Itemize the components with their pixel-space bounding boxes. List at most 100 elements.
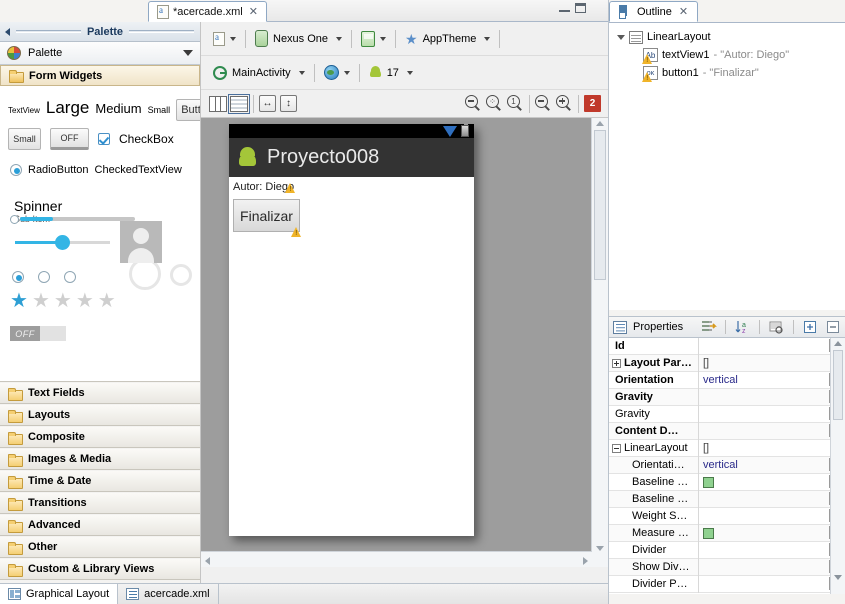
property-row[interactable]: Content D… ••• — [609, 422, 845, 440]
scroll-up-arrow-icon[interactable] — [596, 121, 604, 126]
collapse-icon[interactable] — [612, 443, 621, 453]
property-value[interactable]: [] — [699, 440, 845, 457]
collapse-all-icon[interactable] — [825, 319, 842, 335]
palette-item-radiobutton[interactable]: RadioButton — [28, 164, 89, 176]
chevron-down-icon[interactable] — [380, 36, 387, 41]
property-row[interactable]: Baseline … ••• — [609, 473, 845, 491]
property-value[interactable]: [] — [699, 355, 845, 372]
sort-alphabetically-icon[interactable]: a z — [734, 319, 751, 335]
property-row[interactable]: Layout Par… [] — [609, 354, 845, 372]
properties-table[interactable]: Id•••Layout Par…[]Orientationvertical•••… — [609, 338, 845, 594]
progressbar-small-icon[interactable] — [170, 264, 192, 286]
palette-item-progressbar[interactable] — [20, 217, 135, 221]
property-row[interactable]: Orientati… vertical••• — [609, 456, 845, 474]
property-row[interactable]: Measure … ••• — [609, 524, 845, 542]
property-value[interactable]: ••• — [699, 559, 845, 576]
property-row[interactable]: Id ••• — [609, 338, 845, 355]
property-row[interactable]: Gravity ••• — [609, 388, 845, 406]
property-value[interactable]: ••• — [699, 508, 845, 525]
property-value[interactable]: ••• — [699, 406, 845, 423]
vertical-scroll-thumb[interactable] — [594, 130, 606, 280]
property-value[interactable]: ••• — [699, 423, 845, 440]
scroll-right-arrow-icon[interactable] — [583, 557, 588, 565]
device-chooser[interactable]: Nexus One — [251, 28, 346, 49]
tab-xml-source[interactable]: acercade.xml — [118, 584, 219, 604]
canvas-vertical-scrollbar[interactable] — [591, 118, 608, 567]
tab-graphical-layout[interactable]: Graphical Layout — [0, 584, 119, 604]
preview-button1[interactable]: Finalizar — [233, 199, 301, 237]
palette-group-form-widgets[interactable]: Form Widgets — [0, 65, 200, 86]
outline-tab[interactable]: Outline ✕ — [609, 1, 699, 22]
activity-chooser[interactable]: MainActivity — [209, 64, 309, 82]
outline-node-linearlayout[interactable]: LinearLayout — [609, 28, 845, 46]
scroll-down-arrow-icon[interactable] — [834, 575, 842, 580]
radio-selected-icon[interactable] — [12, 271, 24, 283]
palette-item-checkbox[interactable]: CheckBox — [119, 132, 174, 146]
palette-item-toggle-button[interactable]: OFF — [50, 128, 89, 150]
palette-item-medium[interactable]: Medium — [95, 101, 141, 116]
property-row[interactable]: Divider ••• — [609, 541, 845, 559]
zoom-level-badge[interactable]: 2 — [584, 95, 601, 112]
expand-all-icon[interactable] — [802, 319, 819, 335]
palette-group-text-fields[interactable]: Text Fields — [0, 383, 200, 404]
property-row[interactable]: LinearLayout [] — [609, 439, 845, 457]
filter-icon[interactable] — [768, 319, 785, 335]
palette-group-transitions[interactable]: Transitions — [0, 493, 200, 514]
chevron-down-icon[interactable] — [230, 36, 236, 41]
chevron-down-icon[interactable] — [406, 70, 413, 75]
radio-unselected-icon[interactable] — [38, 271, 50, 283]
show-advanced-icon[interactable] — [700, 319, 717, 335]
scroll-left-arrow-icon[interactable] — [205, 557, 210, 565]
palette-item-ratingbar[interactable]: ★ ★ ★ ★ ★ — [10, 291, 116, 311]
property-row[interactable]: Divider P… ••• — [609, 575, 845, 593]
zoom-fit-selection-button[interactable]: ⁘ — [486, 95, 503, 112]
palette-item-small[interactable]: Small — [148, 105, 171, 115]
palette-selector[interactable]: Palette — [0, 42, 200, 65]
properties-scroll-thumb[interactable] — [833, 350, 843, 420]
orientation-chooser[interactable] — [357, 29, 390, 49]
fit-width-button[interactable]: ↔ — [259, 95, 276, 112]
outline-node-textview1[interactable]: Ab textView1 - "Autor: Diego" — [609, 46, 845, 64]
palette-item-large[interactable]: Large — [46, 98, 89, 118]
theme-chooser[interactable]: ★ AppTheme — [401, 30, 494, 48]
property-value[interactable]: ••• — [699, 389, 845, 406]
palette-group-layouts[interactable]: Layouts — [0, 405, 200, 426]
fit-height-button[interactable]: ↕ — [280, 95, 297, 112]
zoom-actual-size-button[interactable]: 1 — [507, 95, 524, 112]
property-value[interactable]: vertical••• — [699, 457, 845, 474]
device-preview[interactable]: Proyecto008 Autor: Diego Finalizar — [229, 123, 474, 536]
close-icon[interactable]: ✕ — [679, 5, 688, 18]
outline-tree[interactable]: LinearLayout Ab textView1 - "Autor: Dieg… — [609, 22, 845, 310]
outline-node-button1[interactable]: oĸ button1 - "Finalizar" — [609, 64, 845, 82]
preview-textview1[interactable]: Autor: Diego — [233, 181, 296, 193]
property-value[interactable]: ••• — [699, 338, 845, 355]
scroll-down-arrow-icon[interactable] — [596, 546, 604, 551]
property-value[interactable]: ••• — [699, 474, 845, 491]
palette-item-switch[interactable]: OFF — [10, 326, 66, 341]
palette-group-time-date[interactable]: Time & Date — [0, 471, 200, 492]
scroll-up-arrow-icon[interactable] — [834, 341, 842, 346]
property-value[interactable]: ••• — [699, 542, 845, 559]
palette-group-advanced[interactable]: Advanced — [0, 515, 200, 536]
palette-group-composite[interactable]: Composite — [0, 427, 200, 448]
property-value[interactable]: ••• — [699, 576, 845, 593]
collapse-left-icon[interactable] — [5, 27, 10, 36]
property-row[interactable]: Gravity ••• — [609, 405, 845, 423]
palette-item-checkedtextview[interactable]: CheckedTextView — [95, 164, 182, 176]
expand-icon[interactable] — [612, 358, 621, 368]
expander-icon[interactable] — [617, 34, 625, 40]
locale-chooser[interactable] — [320, 63, 354, 82]
minimize-icon[interactable] — [559, 3, 570, 12]
canvas-horizontal-scrollbar[interactable] — [201, 551, 592, 567]
configuration-chooser[interactable] — [209, 30, 240, 48]
property-value[interactable]: ••• — [699, 491, 845, 508]
maximize-icon[interactable] — [575, 3, 586, 13]
chevron-down-icon[interactable] — [343, 70, 350, 75]
palette-group-images-media[interactable]: Images & Media — [0, 449, 200, 470]
radio-unselected-icon[interactable] — [64, 271, 76, 283]
property-value[interactable]: ••• — [699, 525, 845, 542]
zoom-in-button[interactable] — [556, 95, 573, 112]
property-row[interactable]: Show Div… ••• — [609, 558, 845, 576]
property-row[interactable]: Baseline … ••• — [609, 490, 845, 508]
checkbox-icon[interactable] — [98, 133, 110, 145]
